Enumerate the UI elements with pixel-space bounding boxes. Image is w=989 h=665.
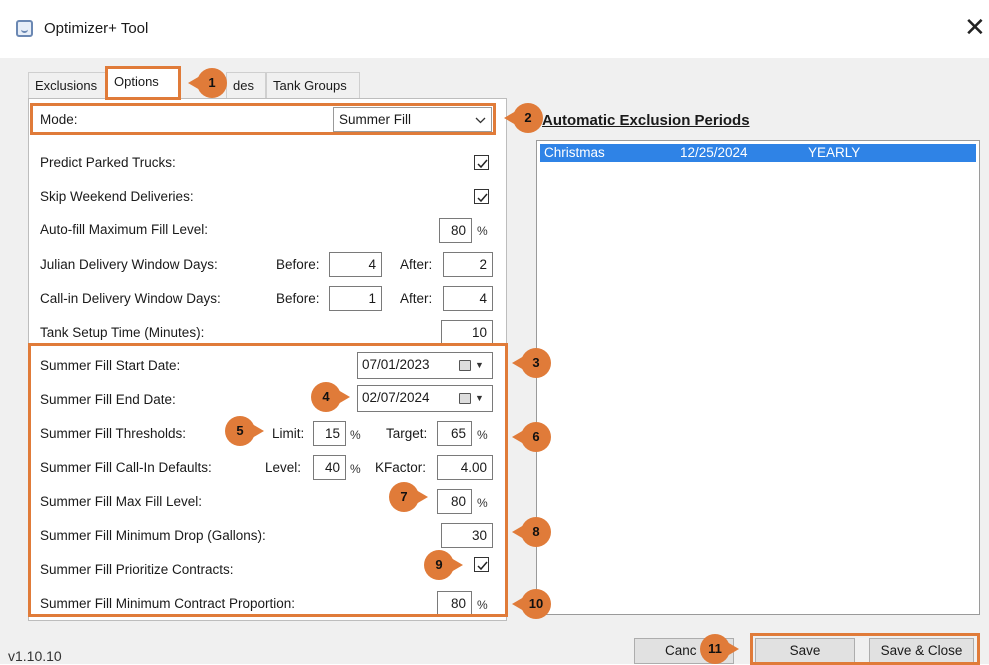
callout-marker: 6 xyxy=(512,422,551,452)
callout-marker: 9 xyxy=(424,550,463,580)
predict-parked-label: Predict Parked Trucks: xyxy=(40,155,176,170)
percent-unit: % xyxy=(477,224,488,238)
exclusion-periods-heading: Automatic Exclusion Periods xyxy=(542,112,750,129)
period-name: Christmas xyxy=(544,145,605,160)
check-icon xyxy=(477,193,488,203)
callin-after-input[interactable]: 4 xyxy=(443,286,493,311)
app-icon xyxy=(16,20,33,37)
callout-marker: 10 xyxy=(512,589,551,619)
version-label: v1.10.10 xyxy=(8,648,62,664)
callin-window-label: Call-in Delivery Window Days: xyxy=(40,291,221,306)
title-bar: Optimizer+ Tool ✕ xyxy=(0,0,989,58)
tank-setup-input[interactable]: 10 xyxy=(441,320,493,345)
callin-before-input[interactable]: 1 xyxy=(329,286,382,311)
tab-overrides[interactable]: des xyxy=(226,72,266,98)
list-item[interactable]: Christmas 12/25/2024 YEARLY xyxy=(540,144,976,162)
window-title: Optimizer+ Tool xyxy=(44,20,149,37)
callout-marker: 4 xyxy=(311,382,350,412)
highlight-options-tab xyxy=(105,66,181,100)
julian-before-input[interactable]: 4 xyxy=(329,252,382,277)
skip-weekend-checkbox[interactable] xyxy=(474,189,489,204)
callout-marker: 5 xyxy=(225,416,264,446)
exclusion-periods-list[interactable]: Christmas 12/25/2024 YEARLY xyxy=(536,140,980,615)
callout-marker: 2 xyxy=(504,103,543,133)
callin-before-label: Before: xyxy=(276,291,320,306)
autofill-max-input[interactable]: 80 xyxy=(439,218,472,243)
callin-after-label: After: xyxy=(400,291,433,306)
callout-marker: 8 xyxy=(512,517,551,547)
callout-marker: 1 xyxy=(188,68,227,98)
check-icon xyxy=(477,159,488,169)
tab-tank-groups[interactable]: Tank Groups xyxy=(266,72,360,98)
callout-marker: 7 xyxy=(389,482,428,512)
skip-weekend-label: Skip Weekend Deliveries: xyxy=(40,189,194,204)
close-icon[interactable]: ✕ xyxy=(964,14,986,40)
autofill-max-label: Auto-fill Maximum Fill Level: xyxy=(40,222,209,237)
highlight-mode-row xyxy=(30,103,496,135)
period-recurrence: YEARLY xyxy=(808,145,861,160)
tank-setup-label: Tank Setup Time (Minutes): xyxy=(40,325,205,340)
callout-marker: 11 xyxy=(700,634,739,664)
highlight-save-buttons xyxy=(750,633,980,665)
julian-window-label: Julian Delivery Window Days: xyxy=(40,257,218,272)
julian-after-label: After: xyxy=(400,257,433,272)
period-date: 12/25/2024 xyxy=(680,145,748,160)
julian-before-label: Before: xyxy=(276,257,320,272)
julian-after-input[interactable]: 2 xyxy=(443,252,493,277)
predict-parked-checkbox[interactable] xyxy=(474,155,489,170)
tab-exclusions[interactable]: Exclusions xyxy=(28,72,106,98)
callout-marker: 3 xyxy=(512,348,551,378)
